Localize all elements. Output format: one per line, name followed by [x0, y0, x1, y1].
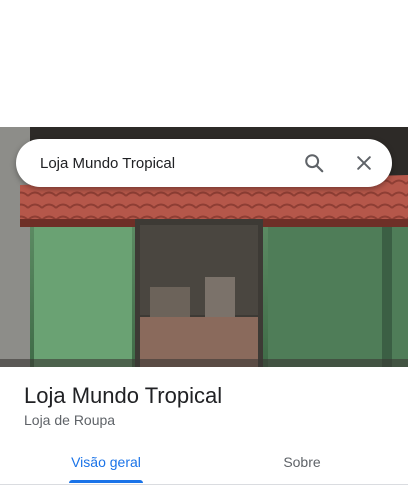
- search-input[interactable]: Loja Mundo Tropical: [40, 155, 296, 172]
- search-bar[interactable]: Loja Mundo Tropical: [16, 139, 392, 187]
- search-icon: [305, 154, 324, 173]
- place-title: Loja Mundo Tropical: [24, 383, 223, 408]
- clear-search-button[interactable]: [346, 145, 382, 181]
- tab-overview[interactable]: Visão geral: [48, 440, 164, 484]
- tab-bar: Visão geral Sobre: [0, 440, 408, 485]
- place-category[interactable]: Loja de Roupa: [24, 412, 115, 428]
- search-button[interactable]: [296, 145, 332, 181]
- close-icon: [357, 156, 371, 170]
- active-tab-indicator: [69, 480, 143, 483]
- tab-about[interactable]: Sobre: [244, 440, 360, 484]
